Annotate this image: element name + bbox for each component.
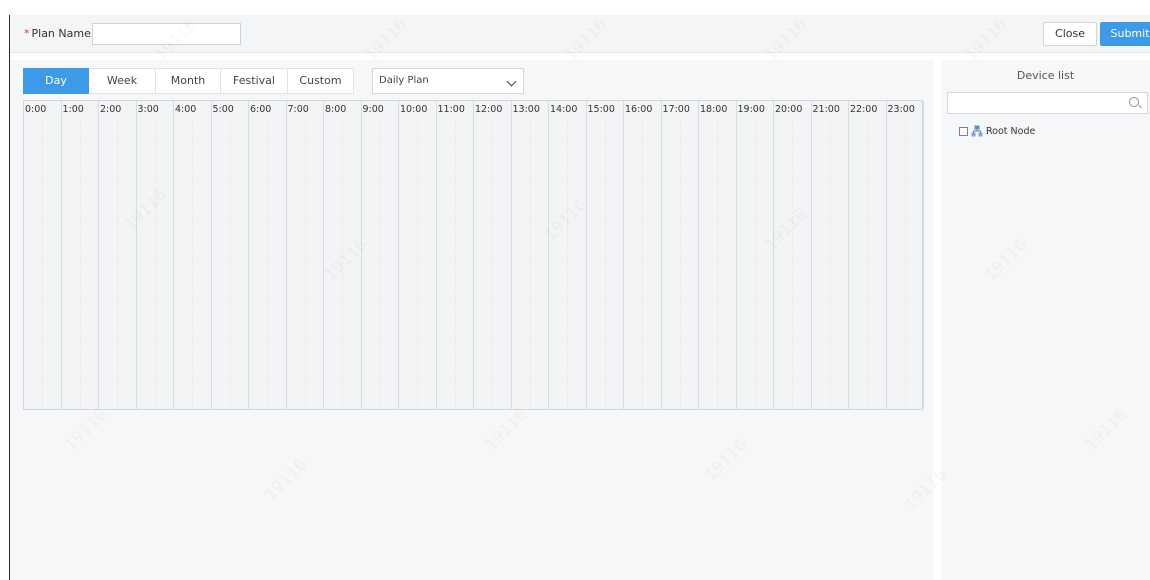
half-hour-divider (604, 121, 606, 409)
hour-label: 6:00 (250, 104, 272, 115)
hour-column[interactable]: 23:00 (887, 101, 924, 409)
half-hour-divider (567, 121, 569, 409)
hour-label: 1:00 (62, 104, 84, 115)
plan-select[interactable]: Daily Plan (372, 68, 524, 94)
hour-label: 8:00 (325, 104, 347, 115)
half-hour-divider (192, 121, 194, 409)
half-hour-divider (904, 121, 906, 409)
hour-column[interactable]: 19:00 (737, 101, 774, 409)
tab-month[interactable]: Month (156, 68, 221, 94)
half-hour-divider (717, 121, 719, 409)
hour-column[interactable]: 17:00 (662, 101, 699, 409)
hour-column[interactable]: 5:00 (212, 101, 249, 409)
hour-label: 20:00 (775, 104, 803, 115)
half-hour-divider (304, 121, 306, 409)
hour-label: 12:00 (475, 104, 503, 115)
hour-column[interactable]: 6:00 (249, 101, 287, 409)
hour-label: 4:00 (175, 104, 197, 115)
hour-column[interactable]: 10:00 (399, 101, 437, 409)
half-hour-divider (154, 121, 156, 409)
root-node-checkbox[interactable] (959, 126, 968, 136)
hour-label: 0:00 (25, 104, 47, 115)
half-hour-divider (792, 121, 794, 409)
half-hour-divider (529, 121, 531, 409)
required-mark: * (24, 27, 30, 40)
hour-label: 7:00 (287, 104, 309, 115)
hour-column[interactable]: 0:00 (24, 101, 62, 409)
hour-label: 5:00 (212, 104, 234, 115)
hour-column[interactable]: 1:00 (62, 101, 99, 409)
hour-label: 13:00 (512, 104, 540, 115)
half-hour-divider (492, 121, 494, 409)
schedule-panel: Day Week Month Festival Custom Daily Pla… (10, 60, 933, 580)
hour-label: 18:00 (700, 104, 728, 115)
plan-type-tabs: Day Week Month Festival Custom (23, 68, 354, 94)
half-hour-divider (867, 121, 869, 409)
hour-label: 2:00 (100, 104, 122, 115)
device-list-panel: Device list Root Node (941, 60, 1150, 580)
hour-column[interactable]: 14:00 (549, 101, 587, 409)
submit-button[interactable]: Submit (1100, 22, 1150, 46)
chevron-down-icon (506, 76, 517, 87)
hour-column[interactable]: 7:00 (287, 101, 324, 409)
hour-label: 11:00 (437, 104, 465, 115)
hour-column[interactable]: 12:00 (474, 101, 512, 409)
close-button[interactable]: Close (1043, 22, 1097, 46)
half-hour-divider (679, 121, 681, 409)
tab-week[interactable]: Week (89, 68, 156, 94)
hour-column[interactable]: 22:00 (849, 101, 887, 409)
hour-column[interactable]: 21:00 (812, 101, 849, 409)
tab-custom[interactable]: Custom (288, 68, 354, 94)
hour-label: 14:00 (550, 104, 578, 115)
hour-column[interactable]: 3:00 (137, 101, 174, 409)
device-search-input[interactable] (947, 92, 1148, 114)
hour-label: 15:00 (587, 104, 615, 115)
time-schedule-grid[interactable]: 0:00 1:00 2:00 3:00 4:00 5:00 6:00 7:00 8:00 9:00… (23, 100, 924, 410)
hour-column[interactable]: 16:00 (624, 101, 662, 409)
half-hour-divider (454, 121, 456, 409)
plan-name-label: * Plan Name: (24, 27, 95, 40)
hour-column[interactable]: 2:00 (99, 101, 137, 409)
device-list-title: Device list (1016, 69, 1075, 82)
half-hour-divider (642, 121, 644, 409)
half-hour-divider (267, 121, 269, 409)
tab-day[interactable]: Day (23, 68, 89, 94)
half-hour-divider (117, 121, 119, 409)
half-hour-divider (829, 121, 831, 409)
hour-label: 17:00 (662, 104, 690, 115)
organization-icon (971, 125, 983, 137)
plan-name-label-text: Plan Name: (31, 27, 95, 40)
hour-label: 19:00 (737, 104, 765, 115)
half-hour-divider (229, 121, 231, 409)
tab-festival[interactable]: Festival (221, 68, 288, 94)
hour-label: 10:00 (400, 104, 428, 115)
half-hour-divider (79, 121, 81, 409)
search-icon[interactable] (1129, 97, 1139, 107)
hour-label: 21:00 (812, 104, 840, 115)
hour-column[interactable]: 11:00 (437, 101, 474, 409)
hour-label: 3:00 (137, 104, 159, 115)
root-node-label: Root Node (986, 125, 1036, 137)
hour-column[interactable]: 18:00 (699, 101, 737, 409)
hour-column[interactable]: 20:00 (774, 101, 812, 409)
hour-column[interactable]: 4:00 (174, 101, 212, 409)
half-hour-divider (754, 121, 756, 409)
hour-label: 16:00 (625, 104, 653, 115)
hour-column[interactable]: 13:00 (512, 101, 549, 409)
plan-select-value: Daily Plan (379, 75, 429, 86)
hour-column[interactable]: 15:00 (587, 101, 624, 409)
hour-label: 9:00 (362, 104, 384, 115)
hour-label: 23:00 (887, 104, 915, 115)
half-hour-divider (42, 121, 44, 409)
tree-node-root[interactable]: Root Node (959, 124, 1035, 138)
half-hour-divider (417, 121, 419, 409)
hour-label: 22:00 (850, 104, 878, 115)
half-hour-divider (379, 121, 381, 409)
hour-column[interactable]: 9:00 (362, 101, 399, 409)
